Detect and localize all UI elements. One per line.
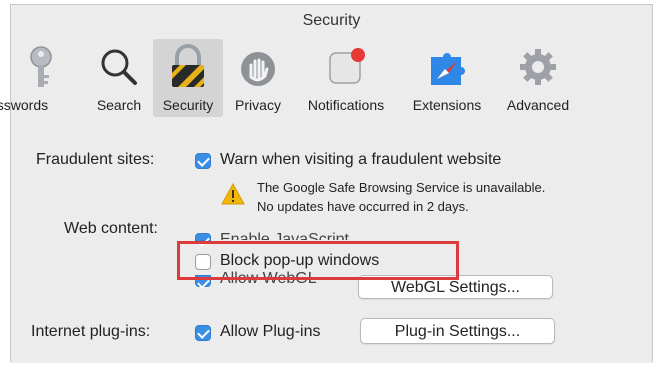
tab-extensions-label: Extensions (412, 97, 482, 113)
padlock-icon (172, 44, 204, 87)
tab-privacy-label: Privacy (235, 97, 281, 113)
tab-search-label: Search (96, 97, 142, 113)
allow-plugins-checkbox[interactable] (195, 325, 211, 341)
tab-security-label: Security (162, 97, 214, 113)
tab-advanced[interactable]: Advanced (496, 39, 580, 117)
tab-passwords[interactable]: asswords (0, 39, 81, 117)
tab-notifications[interactable]: Notifications (295, 39, 397, 117)
notification-icon (329, 48, 365, 84)
javascript-label-partial[interactable]: Enable JavaScript (220, 231, 349, 240)
fraudulent-warn-label[interactable]: Warn when visiting a fraudulent website (220, 151, 501, 169)
safe-browsing-warning-line1: The Google Safe Browsing Service is unav… (257, 180, 546, 195)
web-content-label: Web content: (64, 220, 158, 237)
tab-security[interactable]: Security (153, 39, 223, 117)
preferences-toolbar: asswords Search Security (0, 37, 652, 120)
safe-browsing-warning-line2: No updates have occurred in 2 days. (257, 199, 469, 214)
fraudulent-sites-label: Fraudulent sites: (36, 151, 155, 168)
javascript-checkbox[interactable] (195, 233, 211, 241)
gear-icon (520, 49, 556, 85)
tab-notifications-label: Notifications (307, 97, 385, 113)
preferences-window: Security asswords Search (0, 4, 653, 363)
warning-icon (221, 183, 245, 205)
security-panel: Fraudulent sites: Warn when visiting a f… (11, 119, 652, 363)
plugin-settings-button[interactable]: Plug-in Settings... (360, 318, 555, 344)
tab-extensions[interactable]: Extensions (404, 39, 490, 117)
internet-plugins-label: Internet plug-ins: (31, 323, 151, 340)
magnifier-icon (101, 49, 137, 85)
fraudulent-warn-checkbox[interactable] (195, 153, 211, 169)
window-title: Security (302, 12, 361, 29)
tab-advanced-label: Advanced (506, 97, 570, 113)
tab-privacy[interactable]: Privacy (227, 39, 289, 117)
puzzle-compass-icon (431, 53, 465, 85)
popup-highlight-box (177, 241, 459, 280)
hand-icon (241, 52, 275, 86)
key-icon (30, 46, 52, 87)
tab-search[interactable]: Search (89, 39, 149, 117)
allow-plugins-label[interactable]: Allow Plug-ins (220, 323, 320, 341)
tab-passwords-label: asswords (0, 97, 49, 113)
